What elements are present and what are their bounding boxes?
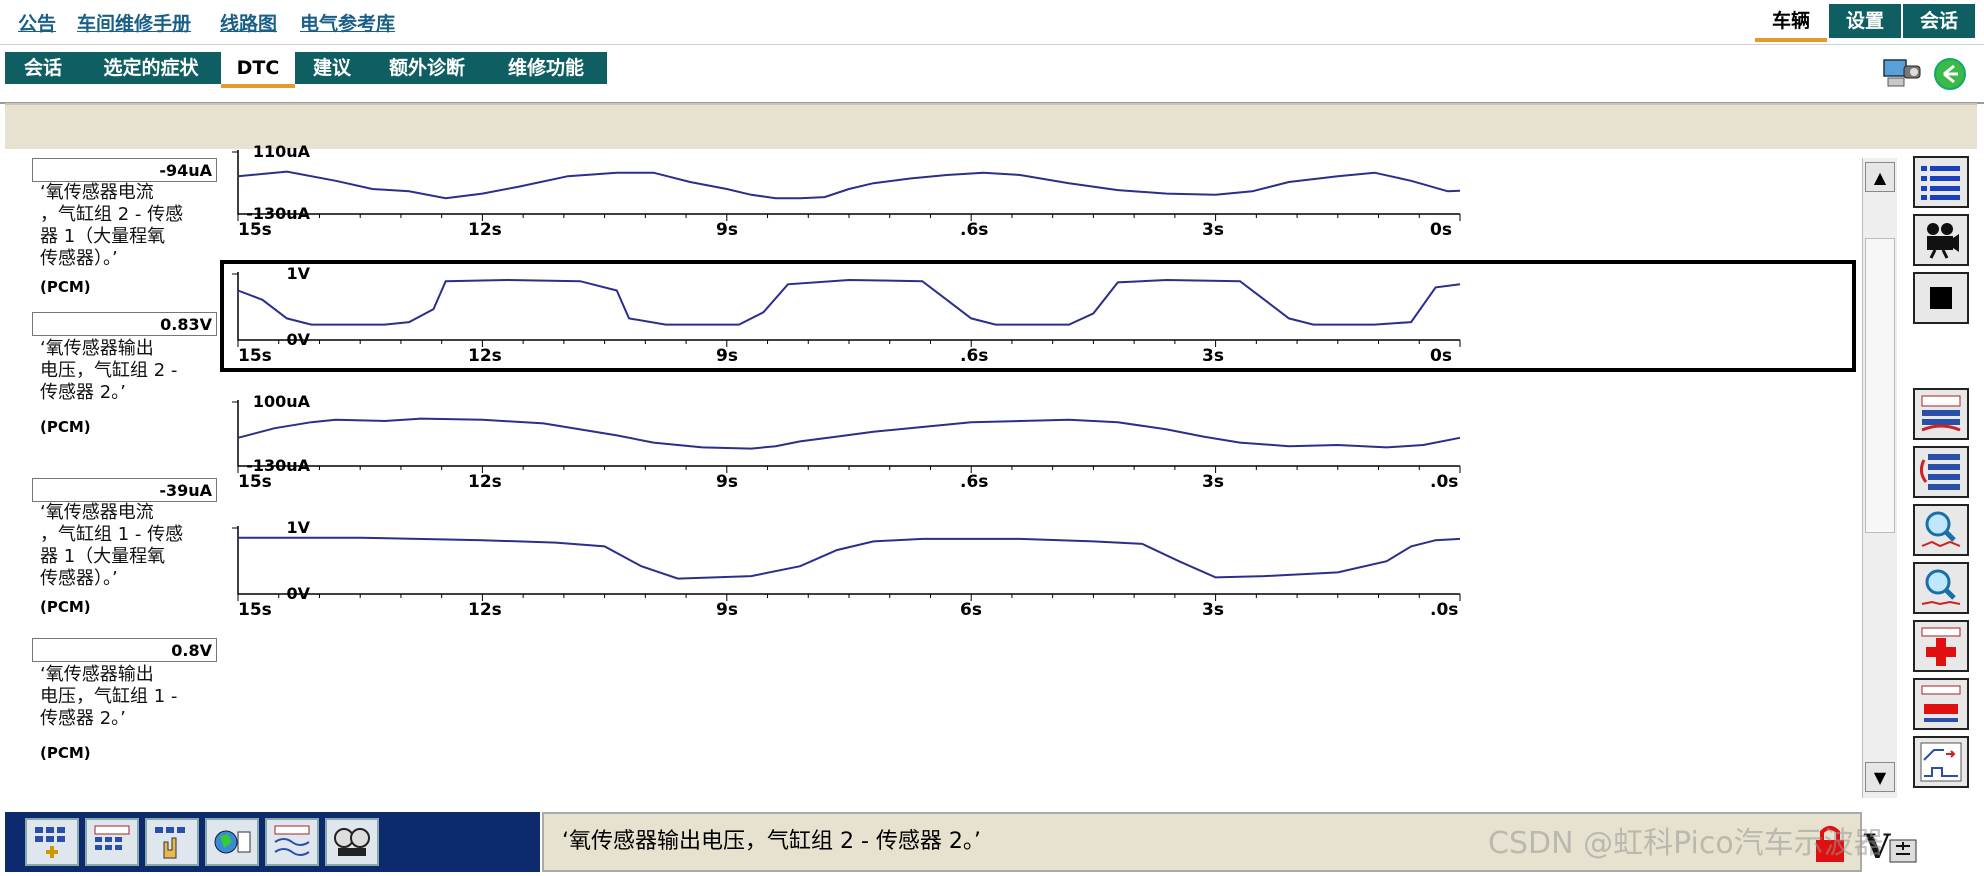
param-value: 0.8V — [32, 638, 217, 662]
speed-icon[interactable] — [1913, 388, 1969, 440]
tab-vehicle[interactable]: 车辆 — [1755, 4, 1827, 42]
link-bulletins[interactable]: 公告 — [18, 9, 56, 36]
signal-trace — [237, 417, 1461, 450]
graph-plots — [220, 150, 1856, 601]
list-refresh-icon[interactable] — [1913, 446, 1969, 498]
tab-selected-symptoms[interactable]: 选定的症状 — [81, 52, 221, 84]
zoom-in-icon[interactable] — [1913, 504, 1969, 556]
tab-dtc[interactable]: DTC — [221, 52, 295, 88]
exit-icon[interactable] — [1932, 56, 1968, 92]
tab-suggestions[interactable]: 建议 — [295, 52, 369, 84]
parameter-labels-pane: -94uA ‘氧传感器电流 ，气缸组 2 - 传感 器 1（大量程氧 传感器）。… — [5, 150, 220, 802]
signal-icon[interactable] — [1913, 736, 1969, 788]
tab-extra-diagnostics[interactable]: 额外诊断 — [369, 52, 485, 84]
globe-icon[interactable] — [205, 818, 259, 866]
param-module: (PCM) — [40, 744, 91, 762]
grid-view-icon[interactable] — [25, 818, 79, 866]
watermark: CSDN @虹科Pico汽车示波器 — [1488, 826, 1884, 861]
scroll-thumb[interactable] — [1865, 238, 1895, 533]
param-value: -39uA — [32, 478, 217, 502]
tab-session-main[interactable]: 会话 — [5, 52, 81, 84]
param-module: (PCM) — [40, 278, 91, 294]
tab-settings[interactable]: 设置 — [1829, 4, 1901, 38]
main-tab-bar: 会话 选定的症状 DTC 建议 额外诊断 维修功能 — [0, 46, 1984, 104]
axis-lines — [237, 272, 1460, 341]
zoom-out-icon[interactable] — [1913, 562, 1969, 614]
link-wiring-diagram[interactable]: 线路图 — [220, 9, 277, 36]
param-name: ‘氧传感器电流 ，气缸组 2 - 传感 器 1（大量程氧 传感器）。’ — [40, 182, 184, 269]
scroll-down-button[interactable]: ▼ — [1865, 762, 1895, 792]
axis-lines — [237, 150, 1460, 215]
tab-repair-functions[interactable]: 维修功能 — [485, 52, 607, 84]
scroll-up-button[interactable]: ▲ — [1865, 162, 1895, 192]
param-value: -94uA — [32, 158, 217, 182]
tab-session[interactable]: 会话 — [1903, 4, 1975, 38]
remove-icon[interactable] — [1913, 678, 1969, 730]
link-electrical-reference[interactable]: 电气参考库 — [300, 9, 395, 36]
param-module: (PCM) — [40, 418, 91, 436]
speed-grid-icon[interactable] — [85, 818, 139, 866]
graph-area: 110uA -130uA 1V 0V 100uA -130uA 1V 0V 15… — [220, 142, 1860, 802]
bottom-toolbar — [5, 812, 540, 872]
signal-trace — [237, 278, 1461, 326]
camera-icon[interactable] — [1913, 214, 1969, 266]
right-tool-column — [1905, 150, 1977, 870]
stop-icon[interactable] — [1913, 272, 1969, 324]
param-name: ‘氧传感器电流 ，气缸组 1 - 传感 器 1（大量程氧 传感器）。’ — [40, 502, 184, 589]
param-name: ‘氧传感器输出 电压，气缸组 2 - 传感器 2。’ — [40, 338, 178, 403]
film-reel-icon[interactable] — [325, 818, 379, 866]
computer-camera-icon[interactable] — [1880, 54, 1924, 94]
add-icon[interactable] — [1913, 620, 1969, 672]
hand-select-icon[interactable] — [145, 818, 199, 866]
speed-wave-icon[interactable] — [265, 818, 319, 866]
top-link-bar: 公告 车间维修手册 线路图 电气参考库 车辆 设置 会话 — [0, 0, 1984, 45]
axis-lines — [237, 400, 1460, 467]
link-shop-manual[interactable]: 车间维修手册 — [77, 9, 191, 36]
axis-lines — [237, 526, 1460, 595]
param-value: 0.83V — [32, 312, 217, 336]
graph-scrollbar[interactable]: ▲ ▼ — [1862, 158, 1897, 798]
signal-trace — [238, 536, 1461, 580]
param-module: (PCM) — [40, 598, 91, 614]
param-name: ‘氧传感器输出 电压，气缸组 1 - 传感器 2。’ — [40, 664, 178, 729]
selected-graph-frame[interactable] — [220, 260, 1856, 372]
signal-trace — [237, 170, 1461, 200]
list-icon[interactable] — [1913, 156, 1969, 208]
